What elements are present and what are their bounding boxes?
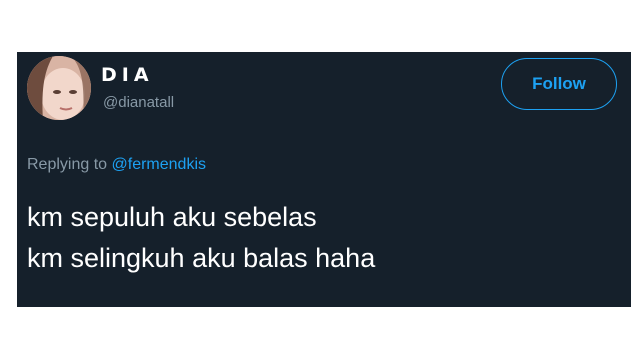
reply-context: Replying to @fermendkis [27,156,206,174]
tweet-card: DIA @dianatall Follow Replying to @ferme… [17,52,631,307]
reply-prefix: Replying to [27,156,112,173]
reply-mention-link[interactable]: @fermendkis [112,156,207,173]
user-handle[interactable]: @dianatall [103,94,174,111]
avatar[interactable] [27,56,91,120]
avatar-photo-icon [27,56,91,120]
display-name[interactable]: DIA [101,64,154,86]
tweet-text: km sepuluh aku sebelas km selingkuh aku … [27,197,375,279]
tweet-text-line: km selingkuh aku balas haha [27,243,376,273]
follow-button[interactable]: Follow [501,58,617,110]
tweet-text-line: km sepuluh aku sebelas [27,202,317,232]
